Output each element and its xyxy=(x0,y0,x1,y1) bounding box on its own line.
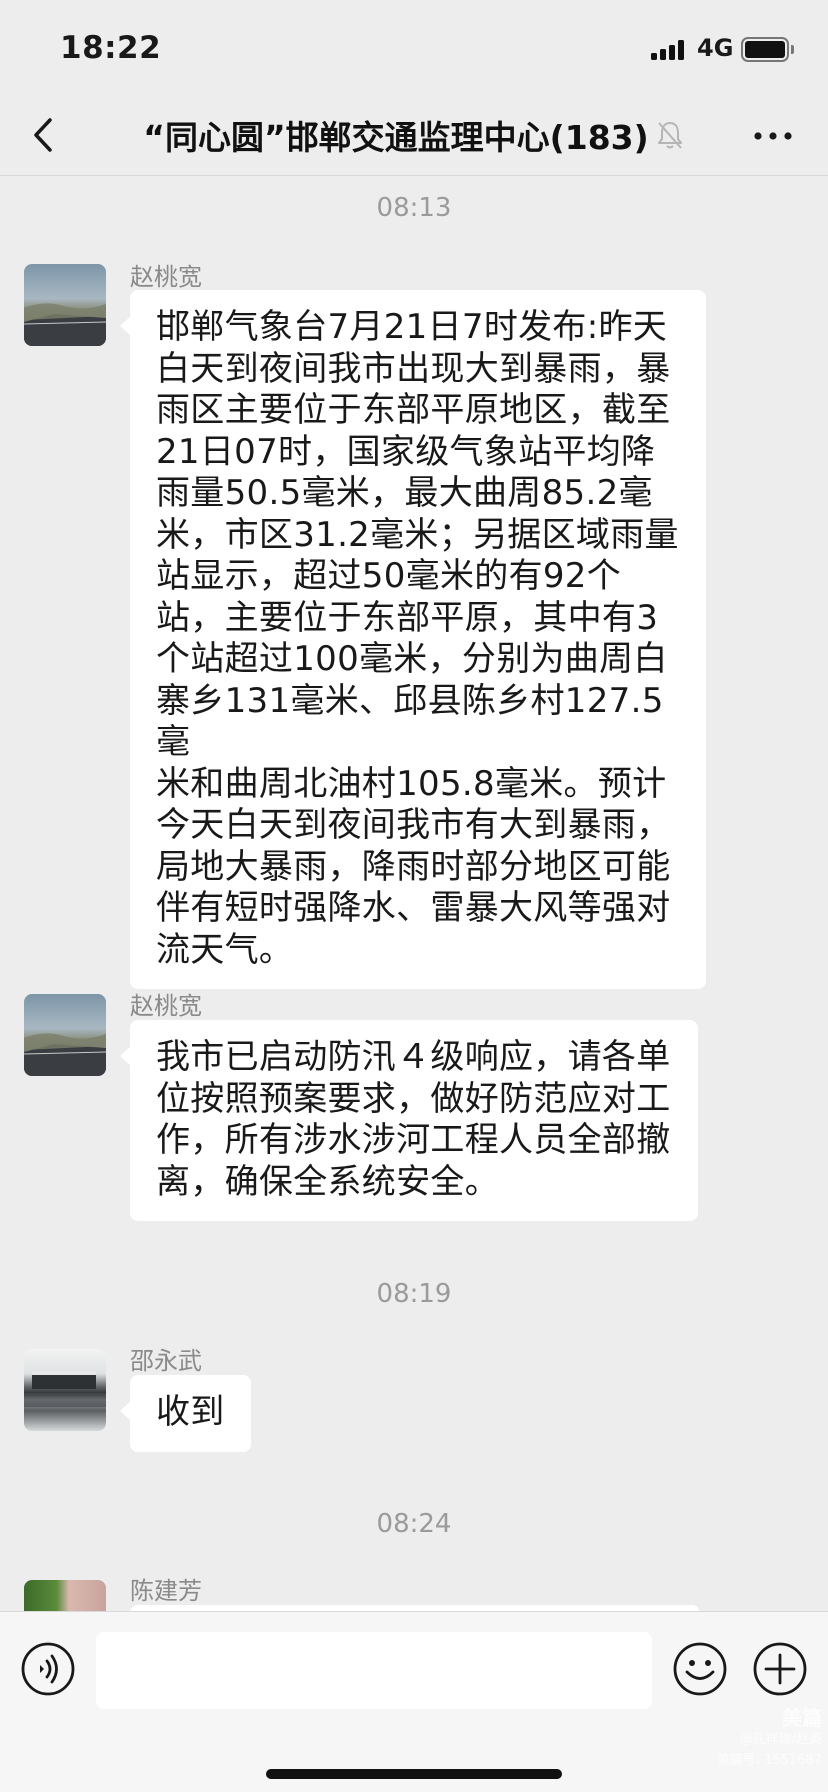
timestamp: 08:19 xyxy=(376,1279,452,1309)
input-bar: 美篇 @孔祥瑞/赵美 美篇号: 1551687 xyxy=(0,1611,828,1792)
message-line: 站，主要位于东部平原，其中有3 xyxy=(156,597,659,638)
message-line: 寨乡131毫米、邱县陈乡村127.5毫 xyxy=(156,680,664,763)
message-input[interactable] xyxy=(96,1632,652,1709)
watermark-brand: 美篇 xyxy=(782,1706,822,1730)
status-bar: 18:22 4G xyxy=(0,0,828,96)
message-list[interactable]: 08:13 赵桃宽 邯郸气象台7月21日7时发布:昨天 白天到夜间我市出现大到暴… xyxy=(0,177,828,1611)
message-line: 我市已启动防汛４级响应，请各单 xyxy=(156,1037,671,1077)
battery-icon xyxy=(741,37,789,62)
message-line: 伴有短时强降水、雷暴大风等强对 xyxy=(156,888,671,928)
message-line: 雨区主要位于东部平原地区，截至 xyxy=(156,390,671,430)
back-chevron-icon[interactable] xyxy=(24,110,64,160)
sender-name: 赵桃宽 xyxy=(130,992,202,1020)
message-line: 雨量50.5毫米，最大曲周85.2毫 xyxy=(156,473,653,513)
message-line: 米和曲周北油村105.8毫米。预计 xyxy=(156,763,667,804)
battery-tip xyxy=(791,45,794,54)
watermark-line: @孔祥瑞/赵美 xyxy=(739,1732,822,1747)
message-line: 站显示，超过50毫米的有92个 xyxy=(156,556,622,596)
sender-name: 陈建芳 xyxy=(130,1577,202,1605)
watermark: 美篇 @孔祥瑞/赵美 美篇号: 1551687 xyxy=(712,1708,822,1771)
sender-name: 邵永武 xyxy=(130,1347,202,1375)
mute-bell-icon xyxy=(657,122,682,149)
message-line: 邯郸气象台7月21日7时发布:昨天 xyxy=(156,307,668,347)
plus-icon[interactable] xyxy=(752,1641,808,1697)
signal-icon xyxy=(651,40,689,60)
message-bubble[interactable]: 收到 xyxy=(120,1375,251,1452)
message-line: 作，所有涉水涉河工程人员全部撤 xyxy=(156,1120,671,1160)
message-bubble[interactable]: 邯郸气象台7月21日7时发布:昨天 白天到夜间我市出现大到暴雨，暴 雨区主要位于… xyxy=(120,290,706,989)
emoji-icon[interactable] xyxy=(672,1641,728,1697)
sender-name: 赵桃宽 xyxy=(130,263,202,291)
message-line: 位按照预案要求，做好防范应对工 xyxy=(156,1078,671,1119)
avatar[interactable] xyxy=(24,1580,106,1611)
message-line: 个站超过100毫米，分别为曲周白 xyxy=(156,639,668,679)
chat-title: “同心圆”邯郸交通监理中心(183) xyxy=(143,118,649,157)
chat-header: “同心圆”邯郸交通监理中心(183) xyxy=(0,96,828,176)
message-line: 白天到夜间我市出现大到暴雨，暴 xyxy=(156,348,671,389)
message-line: 局地大暴雨，降雨时部分地区可能 xyxy=(156,846,671,887)
watermark-line: 美篇号: 1551687 xyxy=(716,1753,822,1768)
message-bubble[interactable]: 我市已启动防汛４级响应，请各单 位按照预案要求，做好防范应对工 作，所有涉水涉河… xyxy=(120,1020,698,1221)
message-text: 收到 xyxy=(156,1392,225,1432)
message-line: 离，确保全系统安全。 xyxy=(156,1161,499,1202)
home-indicator[interactable] xyxy=(266,1769,562,1779)
status-time: 18:22 xyxy=(60,30,162,66)
more-dots-icon[interactable] xyxy=(748,114,798,158)
message-line: 米，市区31.2毫米；另据区域雨量 xyxy=(156,514,679,555)
message-line: 21日07时，国家级气象站平均降 xyxy=(156,431,656,472)
chat-title-group: “同心圆”邯郸交通监理中心(183) xyxy=(100,108,728,162)
message-line: 流天气。 xyxy=(156,929,294,970)
network-type: 4G xyxy=(697,34,734,62)
avatar[interactable] xyxy=(24,994,106,1076)
message-line: 今天白天到夜间我市有大到暴雨， xyxy=(156,805,671,845)
voice-icon[interactable] xyxy=(20,1641,76,1697)
avatar[interactable] xyxy=(24,1349,106,1431)
timestamp: 08:13 xyxy=(376,193,452,223)
avatar[interactable] xyxy=(24,264,106,346)
timestamp: 08:24 xyxy=(376,1509,452,1539)
